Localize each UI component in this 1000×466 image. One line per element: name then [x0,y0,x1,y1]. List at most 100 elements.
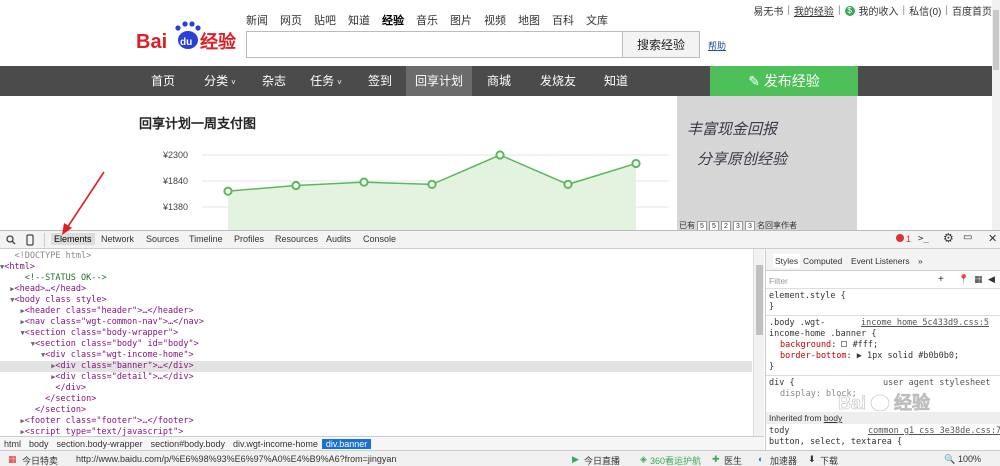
daily-sale-link[interactable]: 今日特卖 [22,454,58,466]
toggle-state-icon[interactable]: ▦ [974,274,983,285]
top-nav-item[interactable]: 文库 [586,12,608,28]
top-nav-item[interactable]: 网页 [280,12,302,28]
css-property[interactable]: border-bottom: ▶ 1px solid #b0b0b0; [780,351,959,362]
top-nav-item[interactable]: 百科 [552,12,574,28]
rule-source-link[interactable]: income_home_5c433d9.css:5 [861,318,989,329]
close-icon[interactable]: ✕ [988,232,997,245]
scroll-thumb[interactable] [993,10,999,70]
nav-item[interactable]: 知道 [590,66,642,96]
nav-item[interactable]: 首页 [136,66,190,96]
baidu-jingyan-logo[interactable]: Bai du 经验 [136,16,240,54]
dom-node[interactable]: </div> [0,383,752,394]
nav-item[interactable]: 任务 ˅ [298,66,354,96]
top-nav-item[interactable]: 视频 [484,12,506,28]
top-nav-item[interactable]: 经验 [382,12,404,28]
messages-link[interactable]: 私信(0) [909,3,941,18]
dom-node[interactable]: <!--STATUS OK--> [0,273,752,284]
top-nav-item[interactable]: 新闻 [246,12,268,28]
console-drawer-icon[interactable]: >_ [918,234,929,244]
dom-node[interactable]: <!DOCTYPE html> [0,251,752,262]
dom-node[interactable]: ▶<script type="text/javascript"> [0,427,752,436]
tab-resources[interactable]: Resources [275,234,318,244]
breadcrumb-item[interactable]: html [0,439,25,449]
tab-audits[interactable]: Audits [326,234,351,244]
tab-sources[interactable]: Sources [146,234,179,244]
publish-button[interactable]: ✎ 发布经验 [710,66,858,96]
rule-selector[interactable]: div { [769,378,795,389]
dom-tree[interactable]: <!DOCTYPE html> ▼<html> <!--STATUS OK--> … [0,249,752,436]
tab-profiles[interactable]: Profiles [234,234,264,244]
dock-icon[interactable]: ▭ [963,232,972,243]
tab-elements[interactable]: Elements [51,233,95,245]
tab-network[interactable]: Network [101,234,134,244]
dom-node[interactable]: ▼<section class="body" id="body"> [0,339,752,350]
income-icon: $ [844,5,855,16]
top-nav-item[interactable]: 贴吧 [314,12,336,28]
live-link[interactable]: 今日直播 [584,454,620,466]
pin-icon[interactable]: 📍 [958,274,969,285]
scroll-thumb[interactable] [756,265,763,335]
grid-icon[interactable]: ▦ [8,454,17,465]
dom-node[interactable]: ▼<section class="body-wrapper"> [0,328,752,339]
top-nav-item[interactable]: 图片 [450,12,472,28]
breadcrumb-item[interactable]: section#body.body [147,439,229,449]
tab-event-listeners[interactable]: Event Listeners [851,256,910,266]
dom-node[interactable]: ▶<nav class="wgt-common-nav">…</nav> [0,317,752,328]
more-tabs[interactable]: » [918,256,923,266]
page-scrollbar[interactable] [992,0,1000,230]
promo-banner[interactable]: 丰富现金回报 分享原创经验 已有 5 5 2 3 3 名回享作者 [677,96,857,230]
breadcrumb-item[interactable]: body [25,439,53,449]
element-style-rule[interactable]: element.style { [769,291,846,302]
my-experience-link[interactable]: 我的经验 [794,3,834,18]
breadcrumb-item[interactable]: section.body-wrapper [53,439,147,449]
zoom-level[interactable]: 100% [958,454,981,464]
dom-node[interactable]: ▼<html> [0,262,752,273]
doctor-link[interactable]: 医生 [724,454,742,466]
dom-node[interactable]: ▶<div class="banner">…</div> [0,361,752,372]
color-format-icon[interactable]: ◀ [988,274,995,285]
dom-node[interactable]: ▼<body class style> [0,295,752,306]
inspect-search-icon[interactable] [6,235,16,245]
nav-item[interactable]: 发烧友 [526,66,590,96]
filter-input[interactable]: Filter [769,276,788,286]
error-count[interactable]: 1 [906,234,911,244]
top-nav-item[interactable]: 地图 [518,12,540,28]
dom-node[interactable]: ▶<footer class="footer">…</footer> [0,416,752,427]
baidu-home-link[interactable]: 百度首页 [952,3,992,18]
device-mode-icon[interactable] [26,234,34,246]
dom-node[interactable]: </section> [0,405,752,416]
guard-link[interactable]: 360看运护航 [650,454,701,466]
dom-node[interactable]: ▼<div class="wgt-income-home"> [0,350,752,361]
dom-scrollbar[interactable] [753,249,764,436]
download-link[interactable]: 下载 [820,454,838,466]
help-link[interactable]: 帮助 [708,39,726,52]
nav-item[interactable]: 分类 ˅ [190,66,250,96]
add-rule-icon[interactable]: + [938,274,944,285]
dom-node[interactable]: </section> [0,394,752,405]
download-icon: ⬇ [808,454,816,464]
dom-node[interactable]: ▶<head>…</head> [0,284,752,295]
dom-node[interactable]: ▶<header class="header">…</header> [0,306,752,317]
accelerator-link[interactable]: 加速器 [770,454,797,466]
settings-gear-icon[interactable]: ⚙ [943,231,954,245]
search-button[interactable]: 搜索经验 [623,31,700,58]
tab-timeline[interactable]: Timeline [189,234,223,244]
tab-console[interactable]: Console [363,234,396,244]
error-icon[interactable] [896,234,904,242]
breadcrumb-item[interactable]: div.wgt-income-home [229,439,322,449]
my-income-link[interactable]: 我的收入 [859,3,899,18]
tab-computed[interactable]: Computed [803,256,842,266]
dom-node[interactable]: ▶<div class="detail">…</div> [0,372,752,383]
rule-selector[interactable]: .body .wgt- [769,318,825,329]
username[interactable]: 易无书 [753,3,783,18]
breadcrumb-item[interactable]: div.banner [321,438,372,449]
css-property[interactable]: background: #fff; [780,340,878,351]
nav-item[interactable]: 回享计划 [406,66,472,96]
nav-item[interactable]: 杂志 [250,66,298,96]
top-nav-item[interactable]: 音乐 [416,12,438,28]
nav-item[interactable]: 签到 [354,66,406,96]
tab-styles[interactable]: Styles [773,254,801,268]
nav-item[interactable]: 商城 [472,66,526,96]
search-input[interactable] [246,31,623,58]
top-nav-item[interactable]: 知道 [348,12,370,28]
